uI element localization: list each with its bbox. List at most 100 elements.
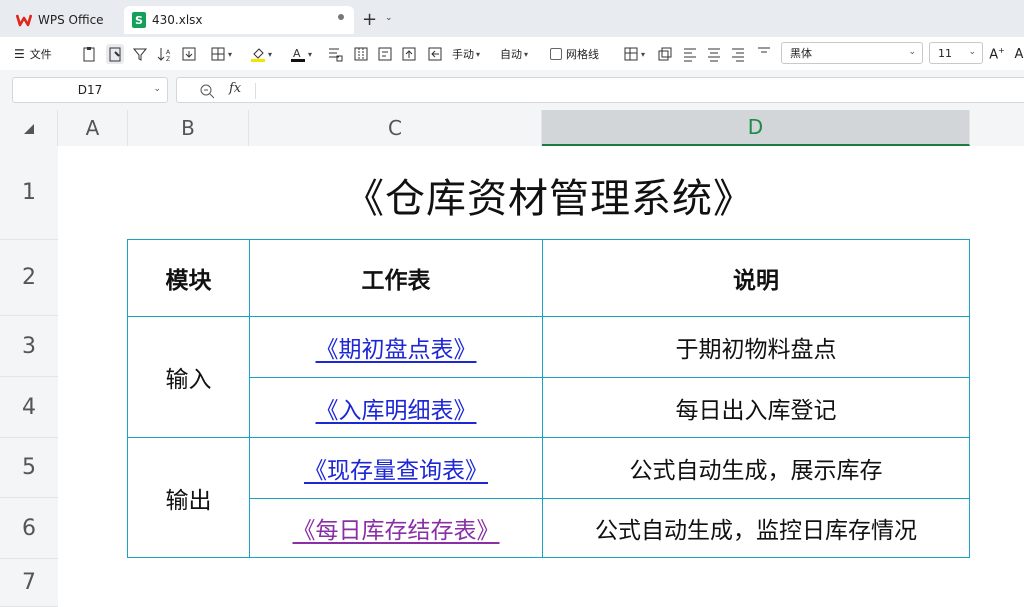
font-color-button[interactable]: A ▾ — [286, 44, 316, 64]
new-tab-plus-icon[interactable]: + — [362, 9, 377, 30]
file-menu-button[interactable]: ☰ 文件 — [14, 44, 52, 64]
merge-cells-button[interactable] — [352, 44, 370, 64]
insert-row-button[interactable] — [400, 44, 418, 64]
description-cell[interactable]: 公式自动生成，展示库存 — [543, 438, 969, 498]
align-top-button[interactable] — [756, 44, 772, 64]
font-size-select[interactable]: 11 ⌄ — [929, 42, 983, 64]
merge-cells-icon — [354, 47, 368, 61]
align-right-icon — [732, 48, 744, 62]
sheet-link[interactable]: 《入库明细表》 — [316, 391, 477, 425]
svg-text:A: A — [293, 47, 301, 60]
align-left-button[interactable] — [682, 44, 698, 64]
increase-font-button[interactable]: A+ — [988, 44, 1006, 64]
sort-button[interactable]: AZ — [156, 44, 174, 64]
svg-text:A: A — [166, 49, 171, 56]
insert-left-icon — [428, 47, 442, 61]
name-box[interactable]: D17 ⌄ — [12, 77, 168, 103]
header-module[interactable]: 模块 — [128, 240, 249, 316]
border-button[interactable]: ▾ — [206, 44, 236, 64]
chevron-down-icon: ⌄ — [968, 47, 976, 57]
sheet-link-cell: 《入库明细表》 — [250, 378, 542, 437]
row-header-6[interactable]: 6 — [0, 498, 58, 559]
function-fx-icon[interactable]: fx — [229, 81, 241, 96]
chevron-down-icon: ▾ — [640, 49, 645, 59]
zoom-search-icon[interactable] — [199, 83, 215, 99]
header-description[interactable]: 说明 — [543, 240, 969, 316]
decrease-font-button[interactable]: A — [1012, 44, 1024, 64]
table-style-button[interactable]: ▾ — [620, 44, 648, 64]
formula-input[interactable]: fx — [176, 77, 1024, 103]
chevron-down-icon: ▾ — [524, 49, 529, 59]
gridlines-toggle[interactable]: 网格线 — [550, 44, 599, 64]
row-header-5[interactable]: 5 — [0, 438, 58, 498]
description-cell[interactable]: 公式自动生成，监控日库存情况 — [543, 499, 969, 557]
column-header-d[interactable]: D — [542, 110, 970, 146]
wps-logo-icon — [16, 14, 32, 27]
font-family-select[interactable]: 黑体 ⌄ — [781, 42, 923, 64]
sheet-title[interactable]: 《仓库资材管理系统》 — [128, 166, 970, 224]
sheet-link[interactable]: 《每日库存结存表》 — [293, 511, 500, 545]
description-cell[interactable]: 每日出入库登记 — [543, 378, 969, 437]
column-header-a[interactable]: A — [58, 110, 128, 146]
row-header-7[interactable]: 7 — [0, 559, 58, 607]
row-height-manual-dropdown[interactable]: 手动 ▾ — [452, 44, 480, 64]
module-input[interactable]: 输入 — [128, 317, 249, 437]
column-header-b[interactable]: B — [128, 110, 249, 146]
clipboard-123-icon — [83, 47, 95, 62]
paint-bucket-icon — [250, 48, 265, 62]
tab-file-label: 430.xlsx — [152, 13, 203, 27]
font-color-icon: A — [290, 47, 305, 62]
freeze-button[interactable] — [656, 44, 674, 64]
align-right-button[interactable] — [730, 44, 746, 64]
chevron-down-icon: ▾ — [267, 49, 272, 59]
gridlines-checkbox[interactable] — [550, 48, 562, 60]
text-format-icon — [329, 48, 343, 62]
wrap-text-button[interactable] — [376, 44, 394, 64]
row-header-2[interactable]: 2 — [0, 240, 58, 316]
fill-color-button[interactable]: ▾ — [246, 44, 276, 64]
select-all-corner[interactable] — [0, 110, 58, 146]
hamburger-icon: ☰ — [14, 47, 25, 61]
tab-wps-label: WPS Office — [38, 13, 104, 27]
column-header-c[interactable]: C — [249, 110, 542, 146]
index-table: 模块 工作表 说明 输入 输出 《期初盘点表》 《入库明细表》 《现存量查询表》… — [127, 239, 970, 558]
format-painter-button[interactable] — [106, 44, 124, 64]
sort-icon: AZ — [157, 48, 171, 62]
border-icon — [211, 47, 225, 61]
row-header-3[interactable]: 3 — [0, 316, 58, 377]
insert-col-button[interactable] — [426, 44, 444, 64]
sheet-link-cell: 《期初盘点表》 — [250, 317, 542, 377]
module-output[interactable]: 输出 — [128, 438, 249, 557]
fill-button[interactable] — [180, 44, 198, 64]
row-header-1[interactable]: 1 — [0, 146, 58, 240]
spreadsheet-file-icon: S — [132, 12, 146, 28]
chevron-down-icon[interactable]: ⌄ — [153, 84, 161, 94]
column-header-bar: A B C D — [0, 110, 1024, 146]
row-height-auto-dropdown[interactable]: 自动 ▾ — [500, 44, 528, 64]
wrap-text-icon — [378, 47, 392, 61]
format-painter-icon — [109, 47, 121, 62]
tab-bar: WPS Office S 430.xlsx + ⌄ — [0, 0, 1024, 37]
tab-file[interactable]: S 430.xlsx — [124, 6, 354, 34]
align-left-icon — [684, 48, 696, 62]
new-tab-chevron-down-icon[interactable]: ⌄ — [385, 13, 393, 23]
sheet-link[interactable]: 《期初盘点表》 — [316, 330, 477, 364]
sheet-link[interactable]: 《现存量查询表》 — [304, 451, 488, 485]
insert-up-icon — [402, 47, 416, 61]
align-top-icon — [758, 47, 770, 53]
select-all-triangle-icon — [24, 124, 34, 134]
filter-button[interactable] — [132, 44, 148, 64]
tab-unsaved-dot-icon[interactable] — [338, 14, 344, 20]
description-cell[interactable]: 于期初物料盘点 — [543, 317, 969, 377]
align-center-button[interactable] — [706, 44, 722, 64]
tab-wps-office[interactable]: WPS Office — [6, 6, 118, 34]
row-header-4[interactable]: 4 — [0, 377, 58, 438]
sheet-link-cell: 《现存量查询表》 — [250, 438, 542, 498]
header-worksheet[interactable]: 工作表 — [250, 240, 542, 316]
text-format-button[interactable] — [326, 44, 344, 64]
chevron-down-icon: ⌄ — [908, 47, 916, 57]
paste-special-button[interactable] — [80, 44, 98, 64]
fill-icon — [182, 47, 196, 61]
font-decrease-icon: A — [1014, 46, 1024, 62]
filter-icon — [132, 48, 148, 61]
